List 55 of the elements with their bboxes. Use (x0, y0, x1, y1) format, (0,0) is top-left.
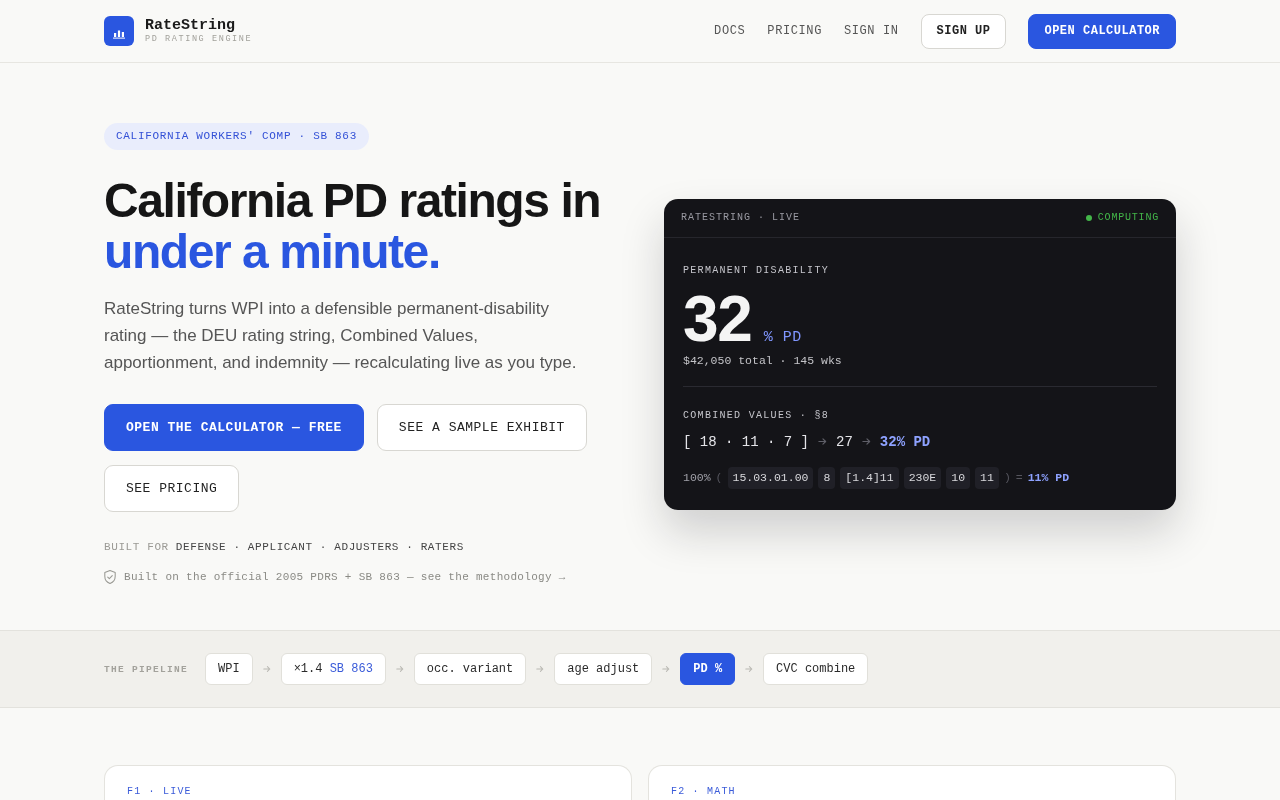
pipeline-step: PD % (680, 653, 736, 685)
status-label: COMPUTING (1097, 212, 1159, 223)
combined-inputs: [ 18 · 11 · 7 ] (683, 431, 810, 452)
category-tag: CALIFORNIA WORKERS' COMP · SB 863 (104, 123, 369, 150)
equals-sign: = (1015, 469, 1023, 486)
metric-unit: % PD (763, 328, 802, 346)
combined-sum: 27 (836, 432, 853, 452)
pipeline-step: occ. variant (413, 653, 527, 685)
metric-detail: $42,050 total · 145 wks (683, 352, 843, 369)
open-paren: ( (715, 469, 723, 486)
right-arrow-icon (395, 665, 404, 673)
brand-name: RateString (145, 17, 235, 34)
nav-button[interactable]: SIGN UP (920, 13, 1007, 49)
close-paren: ) (1003, 469, 1011, 486)
pipeline-step: age adjust (554, 653, 653, 685)
right-arrow-icon (818, 437, 828, 446)
right-arrow-icon (262, 665, 271, 673)
cta-button[interactable]: SEE PRICING (104, 465, 240, 512)
brand-tagline: PD RATING ENGINE (145, 34, 253, 45)
hero-headline: California PD ratings in under a minute. (104, 175, 601, 277)
pipeline-step: ×1.4 SB 863 (280, 653, 386, 685)
feature-label: F1 · LIVE (127, 786, 192, 798)
rating-code: 8 (818, 466, 836, 489)
audience-label: BUILT FOR (104, 540, 169, 555)
panel-title: RATESTRING · LIVE (681, 212, 801, 223)
pipeline-label: THE PIPELINE (104, 663, 188, 675)
shield-check-icon (104, 570, 116, 584)
rating-code: 230E (903, 466, 942, 489)
metric-value: 32 (683, 286, 752, 351)
nav-button[interactable]: OPEN CALCULATOR (1028, 13, 1176, 49)
section-label: COMBINED VALUES · §8 (683, 408, 831, 423)
trust-note: Built on the official 2005 PDRS + SB 863 — see the methodology → (124, 570, 566, 585)
rating-code: 11 (975, 466, 999, 489)
rating-result: 11% PD (1027, 469, 1070, 486)
pipeline-step: WPI (205, 653, 253, 685)
combined-result: 32% PD (879, 432, 931, 452)
audience-list: DEFENSE · APPLICANT · ADJUSTERS · RATERS (175, 539, 464, 555)
rating-code: 15.03.01.00 (727, 466, 814, 489)
rating-code: [1.4]11 (840, 466, 899, 489)
rating-code: 10 (946, 466, 971, 489)
cta-button[interactable]: OPEN THE CALCULATOR — FREE (104, 404, 364, 451)
right-arrow-icon (745, 665, 754, 673)
nav-link[interactable]: PRICING (767, 24, 822, 38)
pipeline-step: CVC combine (763, 653, 869, 685)
hero-description: RateString turns WPI into a defensible permanent-disability rating — the DEU rating string, Combined Values, apportionment, and indemnity — recalculating live as you type. (104, 298, 578, 374)
nav-link[interactable]: DOCS (714, 24, 746, 38)
nav-link[interactable]: SIGN IN (843, 24, 899, 38)
apportionment-percent: 100% (683, 469, 711, 486)
metric-label: PERMANENT DISABILITY (683, 263, 831, 278)
right-arrow-icon (536, 665, 545, 673)
cta-button[interactable]: SEE A SAMPLE EXHIBIT (376, 404, 587, 451)
right-arrow-icon (662, 665, 671, 673)
feature-label: F2 · MATH (671, 786, 736, 798)
chart-logo-icon (104, 16, 134, 46)
right-arrow-icon (861, 437, 871, 446)
